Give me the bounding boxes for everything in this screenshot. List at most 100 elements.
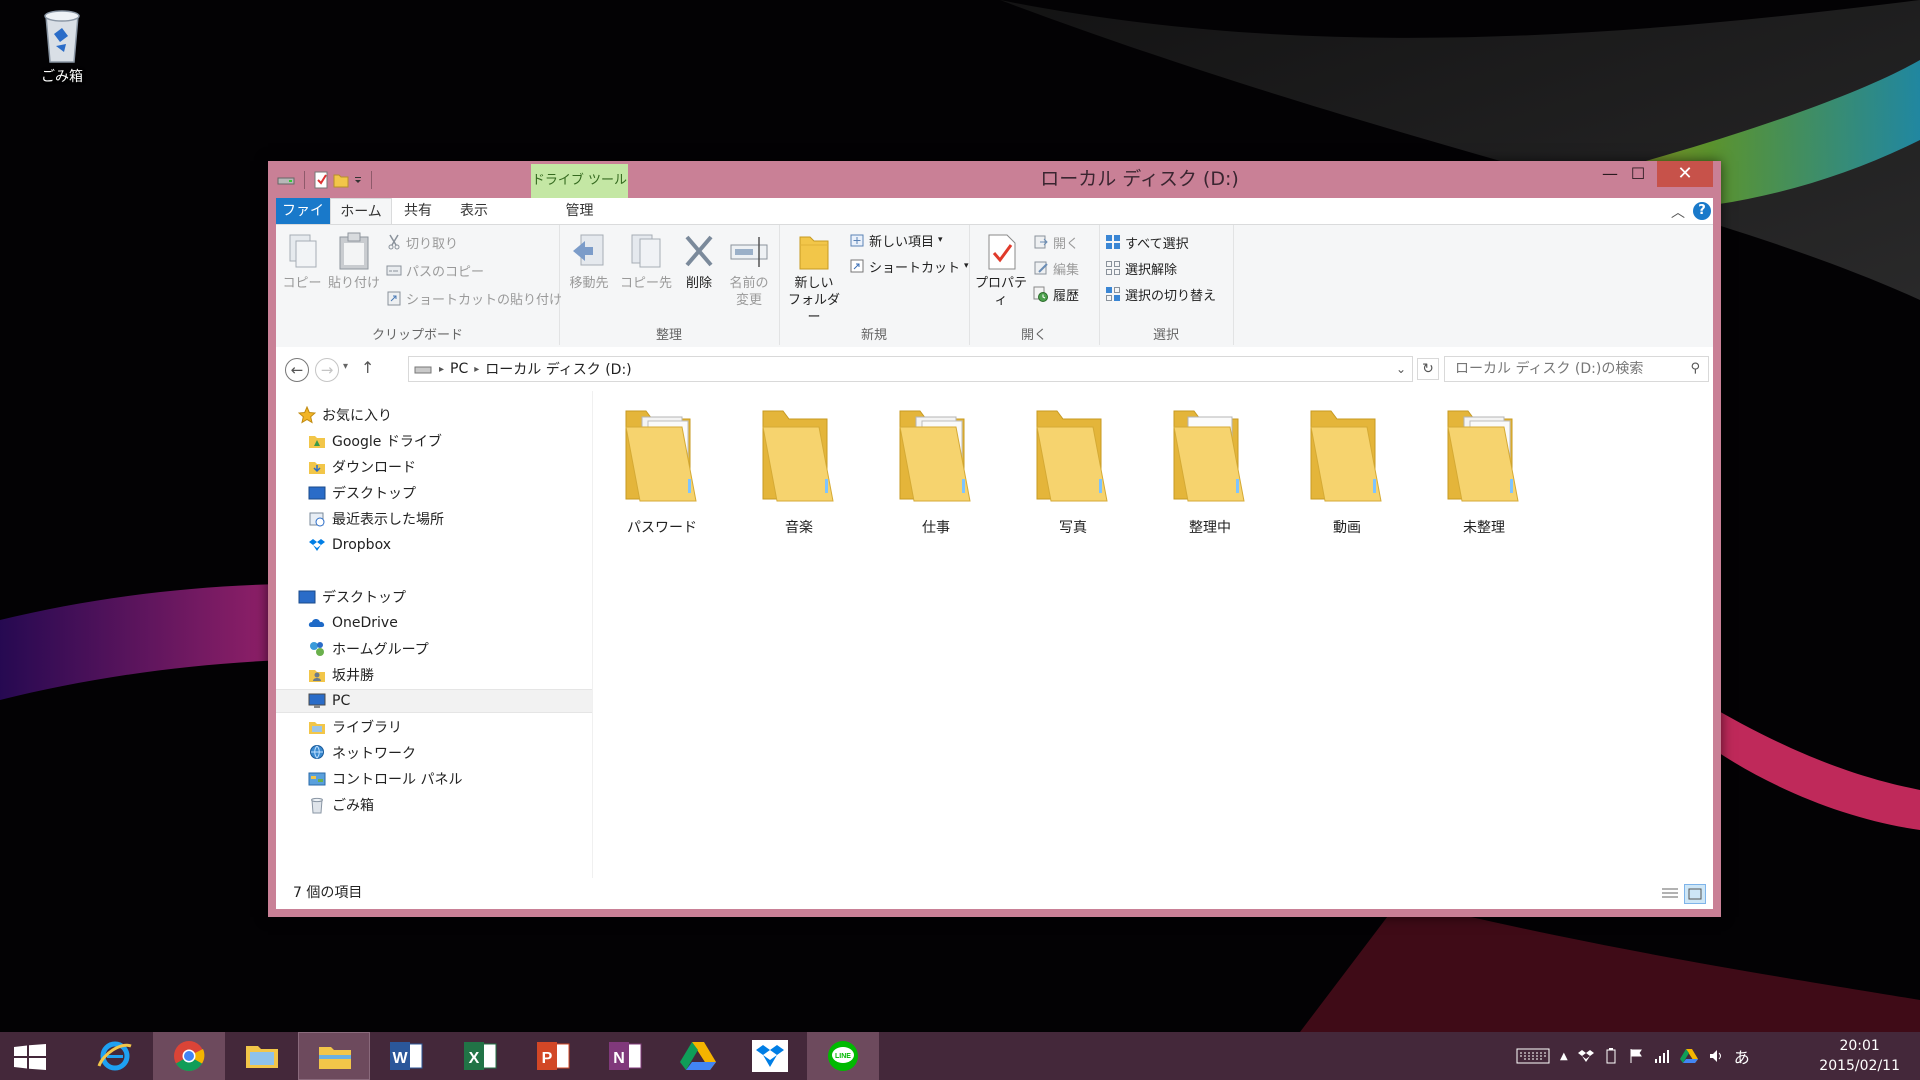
taskbar-onenote[interactable]: N [589, 1032, 661, 1080]
nav-downloads[interactable]: ダウンロード [276, 455, 592, 479]
folder-item[interactable]: 動画 [1291, 403, 1403, 537]
breadcrumb-local-disk[interactable]: ローカル ディスク (D:) [485, 359, 631, 379]
tab-home[interactable]: ホーム [330, 198, 392, 225]
large-icons-view-button[interactable] [1684, 884, 1706, 904]
show-hidden-icons-icon[interactable]: ▲ [1560, 1051, 1568, 1062]
nav-recycle-bin[interactable]: ごみ箱 [276, 793, 592, 817]
clock[interactable]: 20:01 2015/02/11 [1819, 1036, 1900, 1076]
recycle-bin-icon [34, 6, 90, 64]
tab-manage[interactable]: 管理 [531, 198, 628, 224]
dropbox-tray-icon[interactable] [1577, 1048, 1594, 1064]
folder-name: 写真 [1059, 520, 1087, 536]
nav-dropbox[interactable]: Dropbox [276, 533, 592, 557]
svg-text:N: N [613, 1050, 625, 1067]
cut-button[interactable]: 切り取り [386, 231, 458, 253]
folder-item[interactable]: 写真 [1017, 403, 1129, 537]
paste-button[interactable]: 貼り付け [328, 231, 380, 292]
select-none-button[interactable]: 選択解除 [1105, 257, 1177, 279]
history-label: 履歴 [1053, 288, 1080, 304]
help-icon[interactable]: ? [1693, 202, 1711, 220]
invert-selection-button[interactable]: 選択の切り替え [1105, 283, 1216, 305]
power-icon[interactable] [1604, 1047, 1618, 1065]
tab-view[interactable]: 表示 [446, 198, 502, 224]
close-button[interactable]: ✕ [1657, 161, 1713, 187]
taskbar-word[interactable]: W [370, 1032, 442, 1080]
taskbar-google-drive[interactable] [662, 1032, 734, 1080]
nav-user-folder[interactable]: 坂井勝 [276, 663, 592, 687]
nav-recent-places[interactable]: 最近表示した場所 [276, 507, 592, 531]
recent-locations-dropdown[interactable]: ▾ [343, 361, 348, 372]
breadcrumb-pc[interactable]: PC [450, 361, 468, 377]
copy-to-label: コピー先 [619, 276, 672, 291]
title-bar[interactable]: ドライブ ツール ローカル ディスク (D:) — ☐ ✕ [268, 161, 1721, 198]
folder-item[interactable]: パスワード [606, 403, 718, 537]
desktop-recycle-bin[interactable]: ごみ箱 [30, 6, 94, 86]
nav-desktop-favorite[interactable]: デスクトップ [276, 481, 592, 505]
taskbar-dropbox[interactable] [734, 1032, 806, 1080]
taskbar-powerpoint[interactable]: P [517, 1032, 589, 1080]
copy-button[interactable]: コピー [280, 231, 324, 292]
taskbar-chrome[interactable] [153, 1032, 225, 1080]
refresh-button[interactable]: ↻ [1417, 358, 1439, 380]
paste-shortcut-button[interactable]: ショートカットの貼り付け [386, 287, 562, 309]
properties-button[interactable]: プロパティ [971, 231, 1031, 309]
back-button[interactable]: ← [285, 358, 309, 382]
nav-pc[interactable]: PC [276, 689, 592, 713]
details-view-button[interactable] [1659, 884, 1681, 904]
rename-button[interactable]: 名前の 変更 [723, 231, 775, 309]
taskbar-excel[interactable]: X [444, 1032, 516, 1080]
nav-control-panel[interactable]: コントロール パネル [276, 767, 592, 791]
action-center-flag-icon[interactable] [1628, 1048, 1644, 1064]
nav-google-drive[interactable]: Google ドライブ [276, 429, 592, 453]
up-arrow-icon[interactable]: ↑ [361, 358, 374, 377]
ime-mode-indicator[interactable]: あ [1734, 1044, 1750, 1068]
nav-onedrive[interactable]: OneDrive [276, 611, 592, 635]
taskbar-line[interactable]: LINE [807, 1032, 879, 1080]
move-to-button[interactable]: 移動先 [563, 231, 615, 292]
edit-button[interactable]: 編集 [1033, 257, 1079, 279]
select-all-button[interactable]: すべて選択 [1105, 231, 1189, 253]
copy-to-button[interactable]: コピー先 [619, 231, 673, 292]
delete-button[interactable]: 削除 [679, 231, 719, 292]
folder-name: パスワード [627, 520, 697, 536]
tab-file[interactable]: ファイル [276, 198, 330, 245]
nav-network[interactable]: ネットワーク [276, 741, 592, 765]
folder-item[interactable]: 仕事 [880, 403, 992, 537]
taskbar-explorer-alt[interactable] [226, 1032, 298, 1080]
forward-button[interactable]: → [315, 358, 339, 382]
taskbar: W X P N LINE ▲ あ 20:01 2015/02/11 [0, 1032, 1920, 1080]
start-button[interactable] [0, 1032, 60, 1080]
collapse-ribbon-icon[interactable]: ︿ [1671, 202, 1685, 222]
volume-icon[interactable] [1708, 1048, 1724, 1064]
maximize-button[interactable]: ☐ [1619, 161, 1657, 187]
nav-homegroup[interactable]: ホームグループ [276, 637, 592, 661]
keyboard-icon[interactable] [1516, 1046, 1550, 1066]
folder-icon [612, 403, 712, 513]
taskbar-internet-explorer[interactable] [79, 1032, 151, 1080]
new-folder-button[interactable]: 新しい フォルダー [783, 231, 845, 326]
address-bar[interactable]: ▸ PC ▸ ローカル ディスク (D:) ⌄ [408, 356, 1413, 382]
shortcut-button[interactable]: ショートカット ▾ [849, 255, 969, 277]
google-drive-tray-icon[interactable] [1679, 1048, 1698, 1064]
folder-item[interactable]: 未整理 [1428, 403, 1540, 537]
nav-favorites-label: お気に入り [322, 408, 392, 424]
folder-item[interactable]: ア整理中 [1154, 403, 1266, 537]
cut-label: 切り取り [406, 236, 459, 252]
search-input[interactable]: ローカル ディスク (D:)の検索 ⚲ [1444, 356, 1709, 382]
explorer-content: お気に入り Google ドライブ ダウンロード デスクトップ 最近表示した場所… [276, 391, 1713, 878]
move-to-label: 移動先 [569, 276, 609, 291]
onenote-icon: N [609, 1042, 642, 1070]
new-item-button[interactable]: 新しい項目 ▾ [849, 229, 943, 251]
nav-favorites[interactable]: お気に入り [276, 403, 592, 427]
tab-share[interactable]: 共有 [390, 198, 446, 224]
history-button[interactable]: 履歴 [1033, 283, 1079, 305]
address-dropdown-icon[interactable]: ⌄ [1396, 362, 1406, 376]
nav-desktop[interactable]: デスクトップ [276, 585, 592, 609]
dropbox-icon [752, 1040, 788, 1072]
signal-icon[interactable] [1654, 1048, 1670, 1064]
nav-libraries[interactable]: ライブラリ [276, 715, 592, 739]
taskbar-file-explorer[interactable] [298, 1032, 370, 1080]
copy-path-button[interactable]: パスのコピー [386, 259, 484, 281]
open-button[interactable]: 開く [1033, 231, 1079, 253]
folder-item[interactable]: 音楽 [743, 403, 855, 537]
